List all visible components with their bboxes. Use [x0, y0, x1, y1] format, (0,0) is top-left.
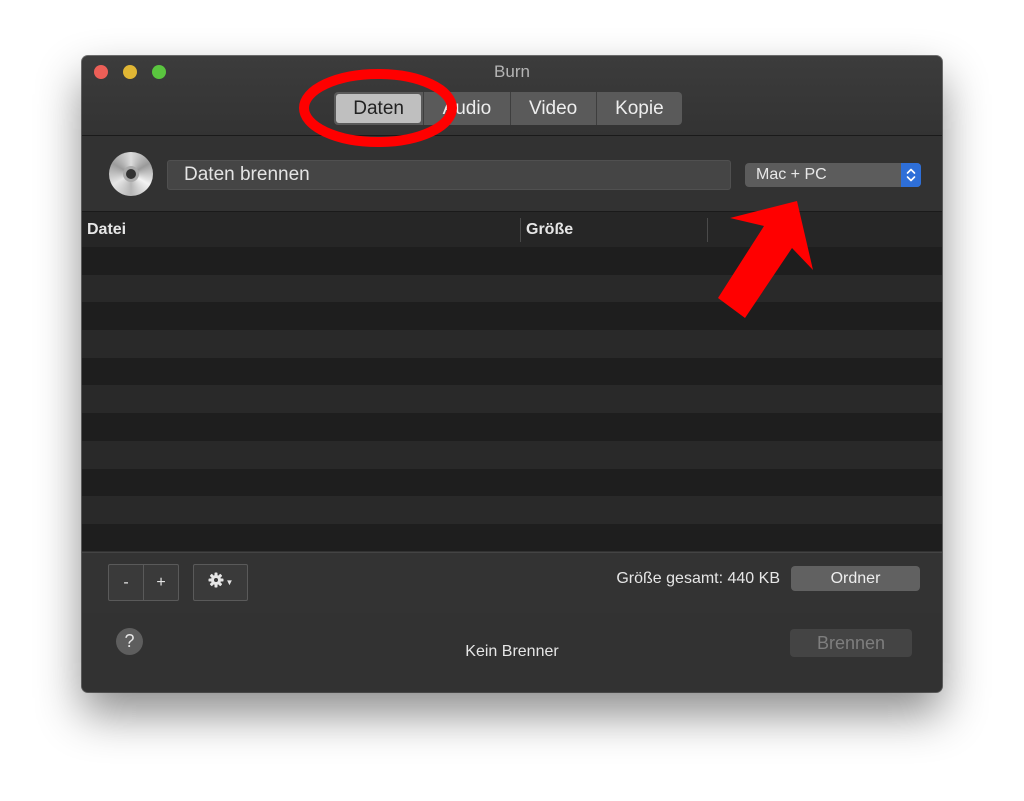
disc-name-field[interactable]: Daten brennen: [167, 160, 731, 190]
filesystem-popup-label: Mac + PC: [756, 166, 827, 183]
tab-kopie[interactable]: Kopie: [595, 92, 682, 125]
footer: ? Kein Brenner Brennen: [82, 613, 942, 692]
table-row: [82, 274, 942, 303]
column-header-datei[interactable]: Datei: [87, 212, 126, 247]
table-row: [82, 385, 942, 414]
table-row: [82, 413, 942, 441]
burn-window: Burn Daten Audio Video Kopie Daten brenn…: [82, 56, 942, 692]
bottom-bar: - + ▼ Größe gesamt: 440 KB Ordner: [82, 552, 942, 614]
titlebar: Burn Daten Audio Video Kopie: [82, 56, 942, 136]
caret-down-icon: ▼: [225, 578, 234, 587]
action-menu-button[interactable]: ▼: [193, 564, 248, 601]
filesystem-popup[interactable]: Mac + PC: [745, 163, 921, 187]
burn-button[interactable]: Brennen: [790, 629, 912, 657]
column-divider[interactable]: [520, 218, 521, 242]
add-file-button[interactable]: +: [143, 565, 178, 600]
tab-video[interactable]: Video: [509, 92, 596, 125]
table-row: [82, 524, 942, 552]
disc-icon: [109, 152, 153, 196]
gear-icon: [208, 572, 224, 593]
column-header-groesse[interactable]: Größe: [526, 212, 573, 247]
table-row: [82, 247, 942, 275]
new-folder-button[interactable]: Ordner: [791, 566, 920, 591]
chevron-updown-icon: [901, 163, 921, 187]
table-row: [82, 440, 942, 469]
mode-tabs: Daten Audio Video Kopie: [334, 92, 682, 125]
window-title: Burn: [494, 62, 530, 81]
tab-audio[interactable]: Audio: [423, 92, 509, 125]
table-row: [82, 302, 942, 330]
table-row: [82, 358, 942, 386]
table-row: [82, 496, 942, 524]
table-row: [82, 330, 942, 358]
total-size-label: Größe gesamt: 440 KB: [616, 570, 780, 587]
column-divider[interactable]: [707, 218, 708, 242]
table-row: [82, 469, 942, 497]
remove-file-button[interactable]: -: [109, 565, 143, 600]
file-table-header: Datei Größe: [82, 211, 942, 248]
add-remove-group: - +: [108, 564, 179, 601]
tab-daten[interactable]: Daten: [336, 94, 422, 123]
file-table-body[interactable]: [82, 247, 942, 551]
